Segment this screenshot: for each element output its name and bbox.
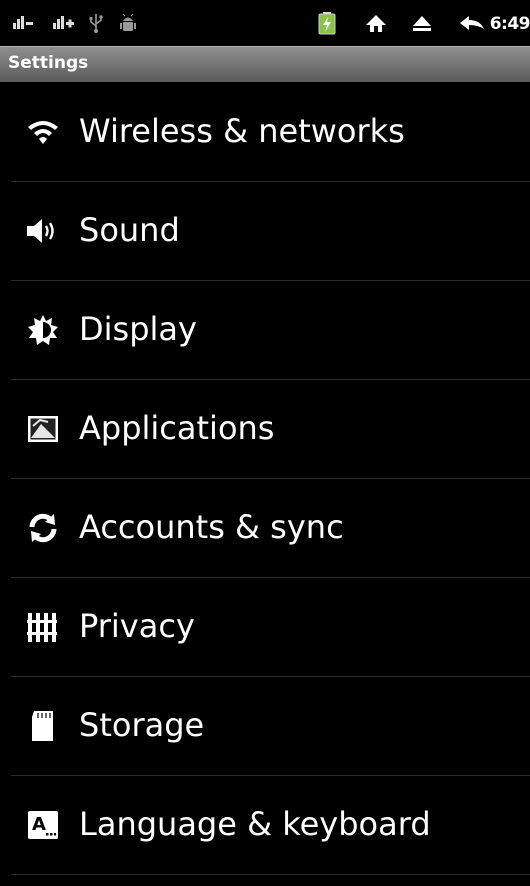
eject-icon[interactable] [410,13,434,33]
applications-icon [28,416,58,442]
title-bar: Settings [0,46,530,82]
settings-item-label: Display [79,310,197,348]
settings-item-label: Sound [79,211,180,249]
settings-item-wireless[interactable]: Wireless & networks [0,82,530,181]
debug-icon [120,13,136,31]
settings-item-accounts-sync[interactable]: Accounts & sync [0,478,530,577]
settings-item-storage[interactable]: Storage [0,676,530,775]
usb-icon [89,14,103,33]
settings-item-sound[interactable]: Sound [0,181,530,280]
page-title: Settings [8,53,89,73]
settings-screen: 6:49 Settings Wireless & networks Sound [0,0,530,886]
settings-item-applications[interactable]: Applications [0,379,530,478]
status-clock: 6:49 [489,14,530,34]
settings-item-label: Storage [79,706,205,744]
keyboard-icon: A [28,811,58,839]
divider [11,874,530,875]
signal-down-icon [13,16,33,29]
svg-text:A: A [32,814,46,835]
settings-item-label: Language & keyboard [79,805,431,843]
settings-item-label: Privacy [79,607,195,645]
back-icon[interactable] [458,13,486,33]
status-bar: 6:49 [0,0,530,46]
settings-item-privacy[interactable]: Privacy [0,577,530,676]
privacy-fence-icon [27,613,57,642]
settings-item-display[interactable]: Display [0,280,530,379]
settings-item-label: Accounts & sync [79,508,344,546]
battery-charging-icon [318,12,336,35]
home-icon[interactable] [364,13,388,33]
signal-up-icon [53,16,74,29]
wifi-icon [28,121,58,144]
sync-icon [29,513,57,543]
settings-item-label: Wireless & networks [79,112,405,150]
settings-item-language-keyboard[interactable]: A Language & keyboard [0,775,530,874]
settings-list: Wireless & networks Sound Display Applic… [0,82,530,886]
brightness-icon [28,315,58,345]
settings-item-label: Applications [79,409,275,447]
speaker-icon [27,219,54,243]
sd-card-icon [32,711,53,741]
